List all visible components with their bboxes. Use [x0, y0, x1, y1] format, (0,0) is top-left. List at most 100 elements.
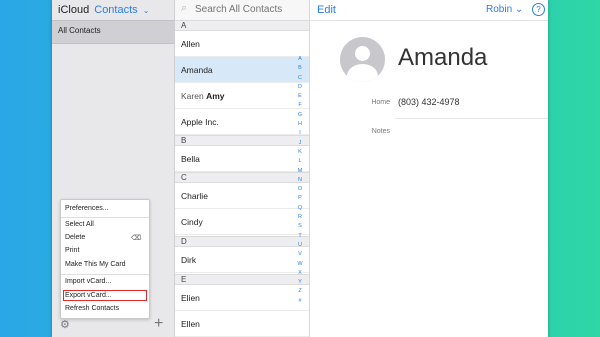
contact-last-name: Amy — [206, 91, 225, 101]
section-header-d: D — [175, 236, 309, 247]
menu-separator — [61, 217, 149, 218]
menu-item-refresh-contacts[interactable]: Refresh Contacts — [65, 305, 119, 312]
contacts-window: iCloud Contacts ⌄ All Contacts Preferenc… — [52, 0, 548, 337]
contact-name: Elien — [181, 293, 200, 303]
brand-icloud: iCloud — [58, 4, 90, 16]
alpha-index-letter[interactable]: D — [295, 83, 305, 92]
section-letter: A — [181, 21, 187, 30]
list-item[interactable]: Charlie — [175, 183, 309, 209]
menu-item-delete-label: Delete — [65, 234, 86, 241]
alpha-index-letter[interactable]: W — [295, 260, 305, 269]
list-item[interactable]: Elien — [175, 285, 309, 311]
contact-name: Amanda — [181, 65, 213, 75]
app-brand[interactable]: iCloud Contacts ⌄ — [58, 4, 149, 16]
contact-detail-name: Amanda — [398, 44, 488, 71]
section-header-a: A — [175, 20, 309, 31]
list-item[interactable]: Karen Amy — [175, 83, 309, 109]
alphabet-index[interactable]: A B C D E F G H I J K L M N O P Q R S T U V W X Y Z # — [295, 55, 305, 306]
sidebar-item-all-contacts[interactable]: All Contacts — [52, 20, 174, 44]
home-phone-value[interactable]: (803) 432-4978 — [398, 97, 460, 107]
alpha-index-letter[interactable]: K — [295, 148, 305, 157]
notes-label: Notes — [371, 128, 390, 135]
alpha-index-letter[interactable]: M — [295, 167, 305, 176]
menu-item-import-vcard[interactable]: Import vCard... — [65, 278, 111, 285]
menu-item-delete[interactable]: Delete ⌫ — [65, 234, 145, 242]
avatar-head — [355, 46, 370, 61]
section-letter: E — [181, 275, 187, 284]
alpha-index-letter[interactable]: A — [295, 55, 305, 64]
alpha-index-letter[interactable]: P — [295, 194, 305, 203]
alpha-index-letter[interactable]: F — [295, 101, 305, 110]
section-header-b: B — [175, 135, 309, 146]
menu-item-export-vcard[interactable]: Export vCard... — [65, 292, 112, 299]
help-icon[interactable]: ? — [532, 3, 545, 16]
alpha-index-letter[interactable]: N — [295, 176, 305, 185]
alpha-index-letter[interactable]: X — [295, 269, 305, 278]
section-letter: C — [181, 173, 187, 182]
menu-item-select-all[interactable]: Select All — [65, 221, 94, 228]
contact-name: Apple Inc. — [181, 117, 219, 127]
avatar-body — [347, 64, 378, 82]
divider — [310, 20, 548, 21]
contact-first-name: Karen — [181, 91, 204, 101]
alpha-index-letter[interactable]: O — [295, 185, 305, 194]
chevron-down-icon: ⌄ — [514, 4, 524, 15]
list-item[interactable]: Cindy — [175, 209, 309, 235]
avatar — [340, 37, 385, 82]
alpha-index-letter[interactable]: Z — [295, 287, 305, 296]
sidebar: iCloud Contacts ⌄ All Contacts Preferenc… — [52, 0, 175, 337]
alpha-index-letter[interactable]: T — [295, 232, 305, 241]
alpha-index-letter[interactable]: H — [295, 120, 305, 129]
alpha-index-letter[interactable]: B — [295, 64, 305, 73]
alpha-index-letter[interactable]: I — [295, 129, 305, 138]
contact-list: ⌕ A Allen Amanda Karen Amy Apple Inc. B … — [175, 0, 310, 337]
contact-name: Bella — [181, 154, 200, 164]
divider — [395, 118, 548, 119]
alpha-index-letter[interactable]: E — [295, 92, 305, 101]
contact-name: Ellen — [181, 319, 200, 329]
section-letter: D — [181, 237, 187, 246]
sidebar-item-label: All Contacts — [58, 26, 101, 35]
section-header-c: C — [175, 172, 309, 183]
list-item[interactable]: Bella — [175, 146, 309, 172]
alpha-index-letter[interactable]: V — [295, 250, 305, 259]
menu-item-make-my-card[interactable]: Make This My Card — [65, 261, 126, 268]
list-item-selected[interactable]: Amanda — [175, 57, 309, 83]
alpha-index-letter[interactable]: L — [295, 157, 305, 166]
alpha-index-letter[interactable]: J — [295, 139, 305, 148]
alpha-index-letter[interactable]: S — [295, 222, 305, 231]
menu-separator — [61, 274, 149, 275]
list-item[interactable]: Dirk — [175, 247, 309, 273]
contact-name: Allen — [181, 39, 200, 49]
alpha-index-letter[interactable]: Q — [295, 204, 305, 213]
user-name: Robin — [486, 4, 513, 15]
section-header-e: E — [175, 274, 309, 285]
alpha-index-letter[interactable]: Y — [295, 278, 305, 287]
menu-item-print[interactable]: Print — [65, 247, 79, 254]
contact-name: Cindy — [181, 217, 203, 227]
chevron-down-icon[interactable]: ⌄ — [143, 6, 150, 15]
edit-button[interactable]: Edit — [317, 4, 336, 16]
brand-contacts[interactable]: Contacts — [94, 4, 137, 16]
user-menu[interactable]: Robin ⌄ — [486, 4, 523, 15]
list-item[interactable]: Apple Inc. — [175, 109, 309, 135]
list-item[interactable]: Ellen — [175, 311, 309, 337]
contact-name: Charlie — [181, 191, 208, 201]
search-bar: ⌕ — [175, 0, 309, 21]
delete-key-icon: ⌫ — [131, 235, 141, 242]
menu-item-preferences[interactable]: Preferences... — [65, 205, 109, 212]
alpha-index-letter[interactable]: # — [295, 297, 305, 306]
list-item[interactable]: Allen — [175, 31, 309, 57]
search-icon: ⌕ — [181, 2, 188, 14]
alpha-index-letter[interactable]: R — [295, 213, 305, 222]
alpha-index-letter[interactable]: G — [295, 111, 305, 120]
alpha-index-letter[interactable]: C — [295, 74, 305, 83]
add-contact-icon[interactable]: + — [154, 316, 166, 332]
search-input[interactable] — [195, 4, 303, 15]
contact-name: Karen Amy — [181, 91, 225, 101]
home-label: Home — [371, 99, 390, 106]
alpha-index-letter[interactable]: U — [295, 241, 305, 250]
actions-menu: Preferences... Select All Delete ⌫ Print… — [60, 199, 150, 319]
gear-icon[interactable]: ⚙ — [60, 319, 72, 331]
contact-name: Dirk — [181, 255, 197, 265]
